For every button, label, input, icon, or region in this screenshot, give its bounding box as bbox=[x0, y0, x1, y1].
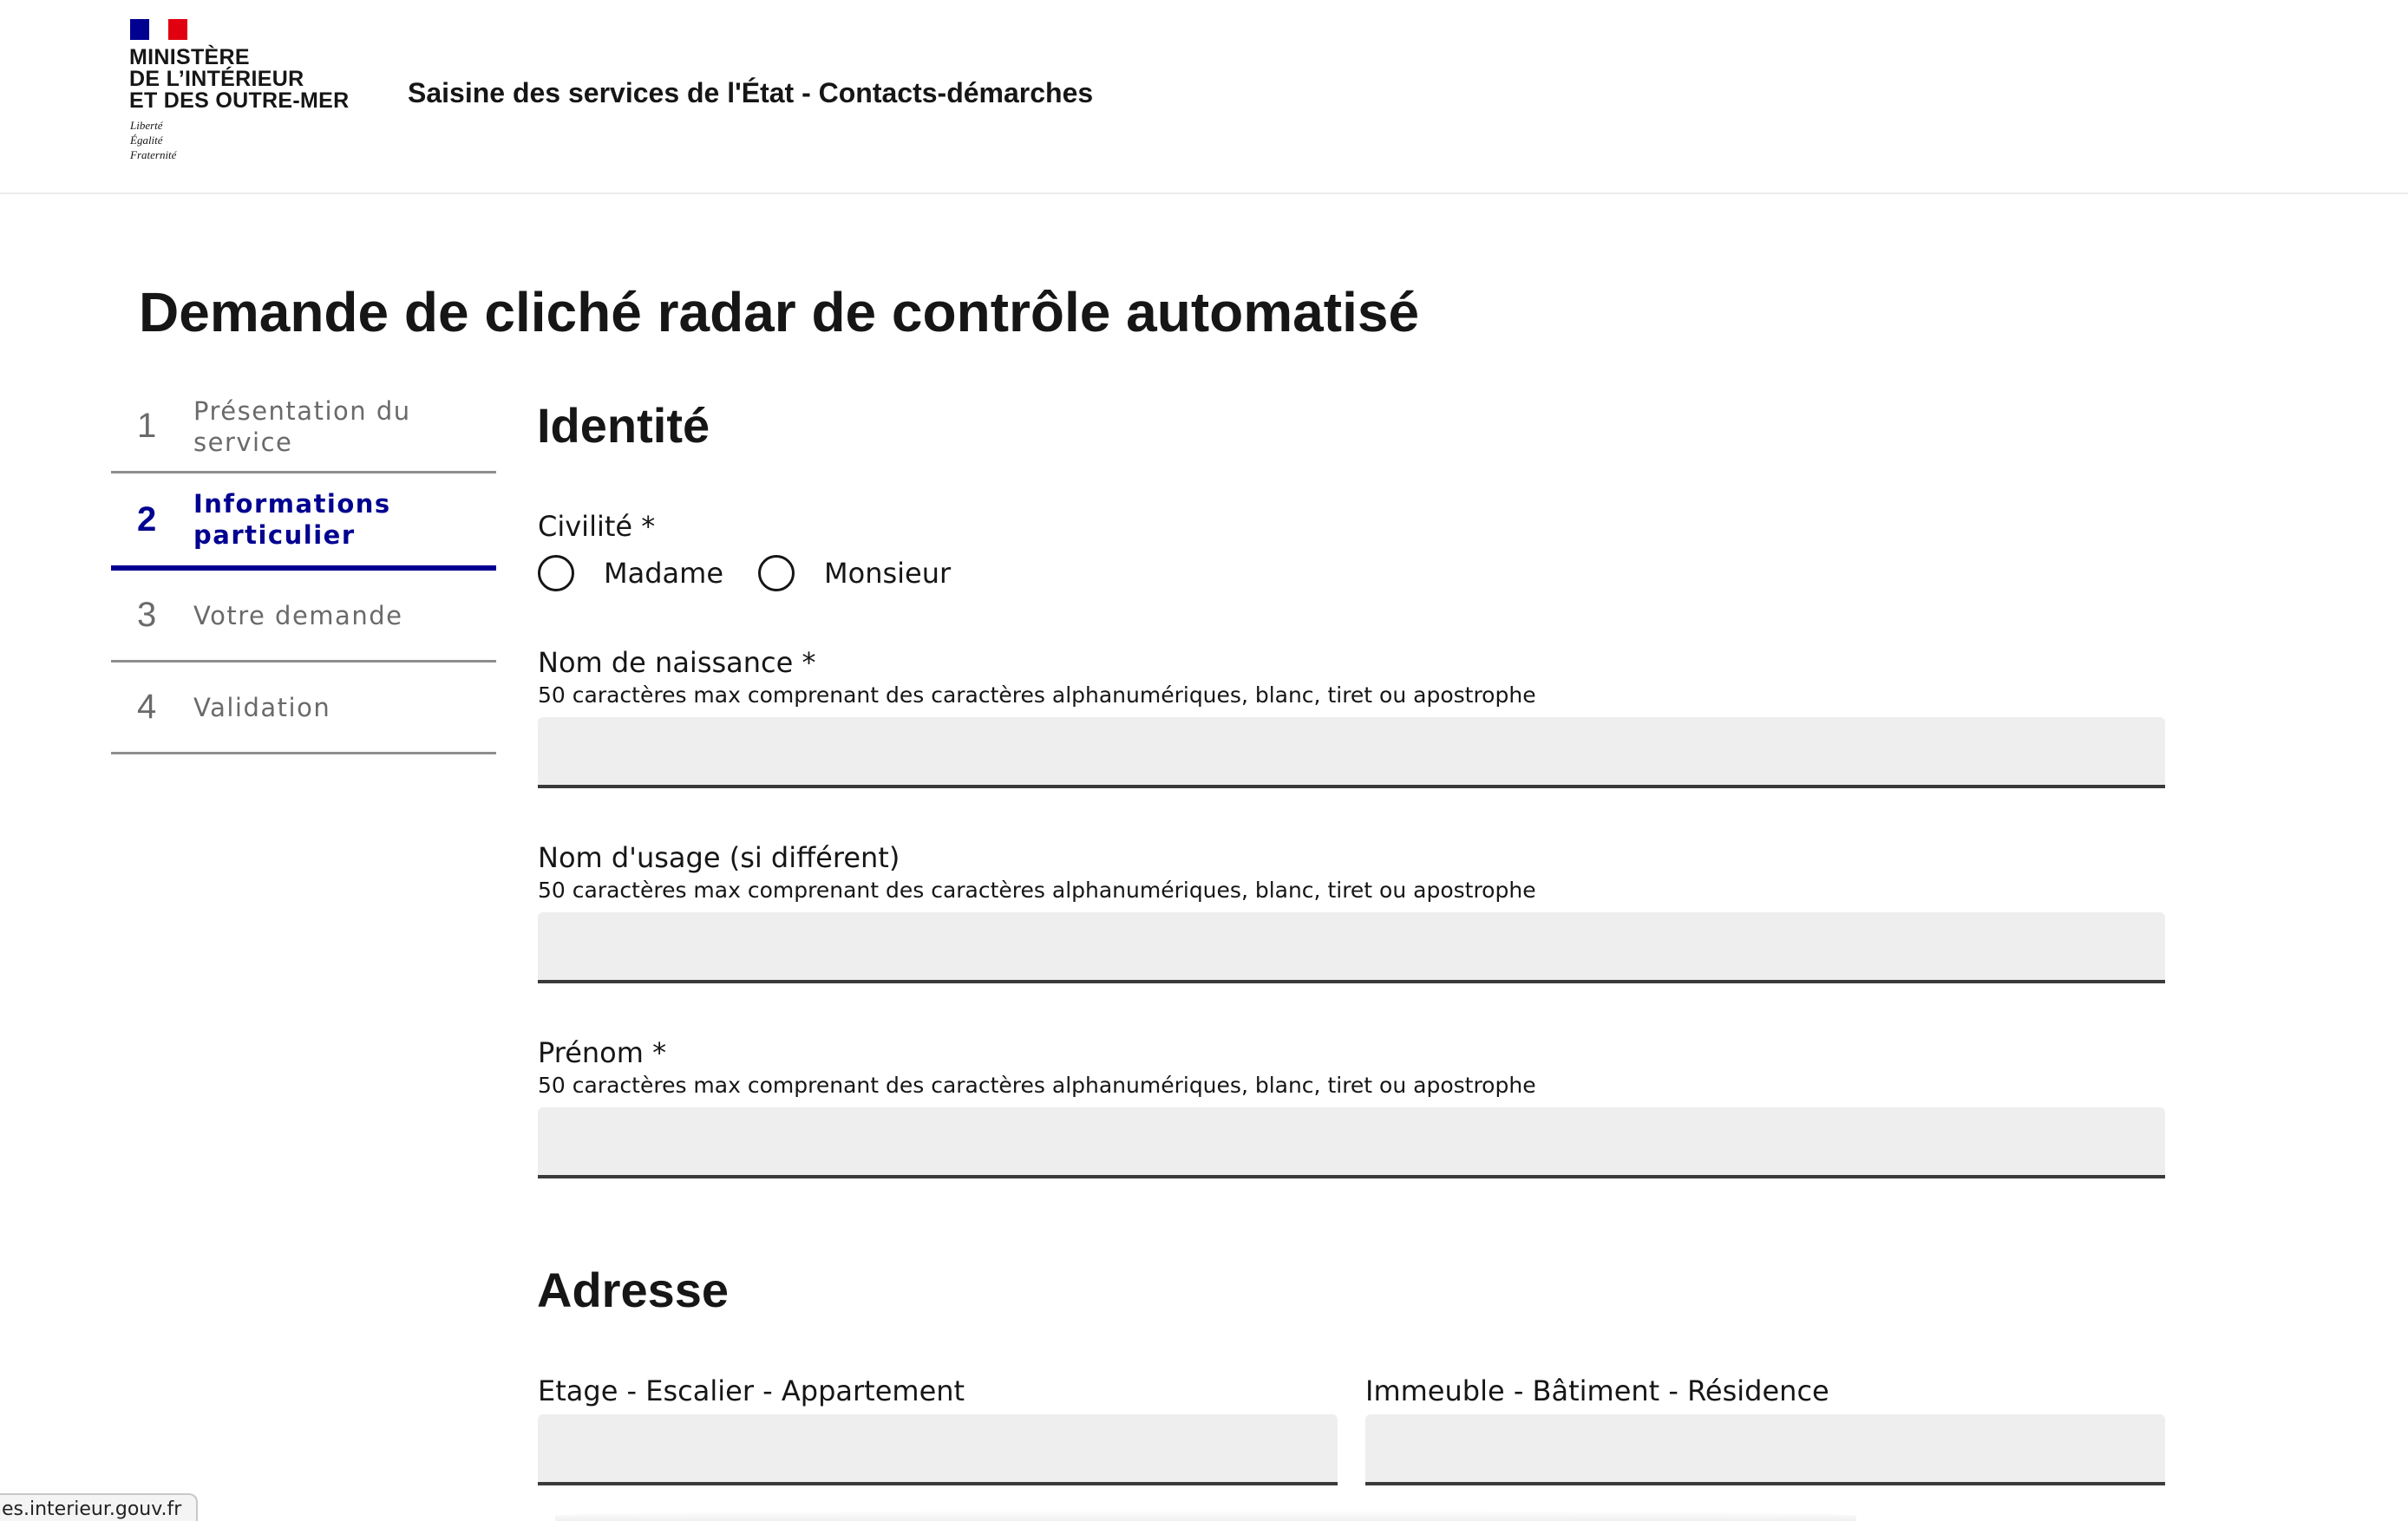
nom-naissance-hint: 50 caractères max comprenant des caractè… bbox=[538, 682, 1536, 708]
step-label: Présentation du service bbox=[193, 395, 411, 457]
nom-usage-hint: 50 caractères max comprenant des caractè… bbox=[538, 878, 1536, 903]
step-label: Votre demande bbox=[193, 600, 403, 630]
step-number: 1 bbox=[137, 407, 157, 445]
section-title-identite: Identité bbox=[537, 398, 710, 453]
step-votre-demande[interactable]: 3 Votre demande bbox=[111, 571, 496, 663]
etage-input[interactable] bbox=[538, 1414, 1338, 1485]
radio-monsieur-label[interactable]: Monsieur bbox=[824, 557, 951, 590]
browser-status-url: es.interieur.gouv.fr bbox=[0, 1493, 198, 1521]
radio-madame-label[interactable]: Madame bbox=[604, 557, 723, 590]
prenom-hint: 50 caractères max comprenant des caractè… bbox=[538, 1073, 1536, 1098]
radio-monsieur[interactable] bbox=[758, 555, 795, 591]
step-label: Informations particulier bbox=[193, 489, 391, 550]
ministry-name[interactable]: MINISTÈRE DE L’INTÉRIEUR ET DES OUTRE-ME… bbox=[129, 47, 349, 112]
immeuble-input[interactable] bbox=[1365, 1414, 2165, 1485]
nom-naissance-label: Nom de naissance * bbox=[538, 646, 816, 679]
flag-red-band bbox=[168, 19, 187, 40]
flag-white-band bbox=[149, 19, 168, 40]
civilite-radio-group: Madame Monsieur bbox=[538, 552, 985, 595]
step-informations[interactable]: 2 Informations particulier bbox=[111, 473, 496, 571]
section-title-adresse: Adresse bbox=[537, 1263, 730, 1317]
step-number: 3 bbox=[137, 596, 157, 634]
form-stepper: 1 Présentation du service 2 Informations… bbox=[111, 382, 496, 754]
page-title: Demande de cliché radar de contrôle auto… bbox=[139, 281, 1420, 343]
radio-madame[interactable] bbox=[538, 555, 574, 591]
immeuble-label: Immeuble - Bâtiment - Résidence bbox=[1365, 1374, 1829, 1407]
step-label: Validation bbox=[193, 692, 331, 722]
step-number: 2 bbox=[137, 499, 157, 539]
flag-blue-band bbox=[130, 19, 149, 40]
civilite-label: Civilité * bbox=[538, 510, 656, 543]
nom-usage-input[interactable] bbox=[538, 912, 2165, 983]
nom-naissance-input[interactable] bbox=[538, 717, 2165, 788]
republique-francaise-flag-logo[interactable] bbox=[130, 19, 187, 40]
prenom-label: Prénom * bbox=[538, 1036, 667, 1069]
bottom-shadow bbox=[555, 1511, 1856, 1521]
step-number: 4 bbox=[137, 688, 157, 726]
service-title-link[interactable]: Saisine des services de l'État - Contact… bbox=[408, 76, 1093, 109]
step-presentation[interactable]: 1 Présentation du service bbox=[111, 382, 496, 473]
etage-label: Etage - Escalier - Appartement bbox=[538, 1374, 965, 1407]
prenom-input[interactable] bbox=[538, 1107, 2165, 1178]
republic-motto: Liberté Égalité Fraternité bbox=[130, 119, 177, 161]
site-header: MINISTÈRE DE L’INTÉRIEUR ET DES OUTRE-ME… bbox=[0, 0, 2408, 194]
nom-usage-label: Nom d'usage (si différent) bbox=[538, 841, 900, 874]
step-validation[interactable]: 4 Validation bbox=[111, 663, 496, 754]
